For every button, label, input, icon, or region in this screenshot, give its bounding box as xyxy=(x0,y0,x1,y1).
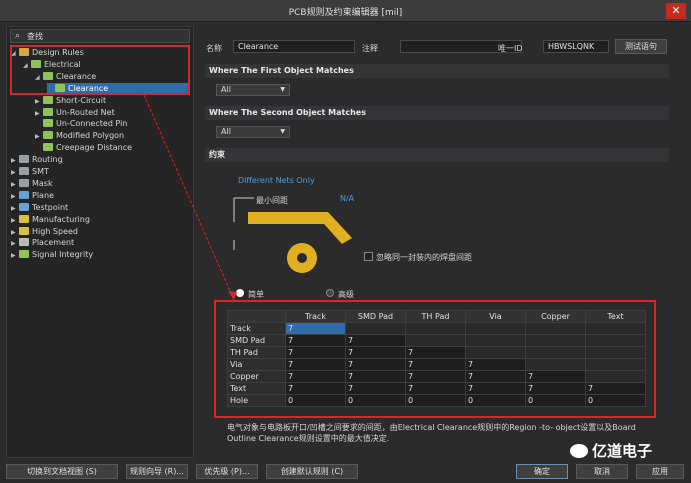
watermark-text: 亿道电子 xyxy=(592,442,653,460)
watermark: 亿道电子 xyxy=(570,440,652,461)
rule-wizard-button[interactable]: 规则向导 (R)... xyxy=(126,464,188,479)
apply-button[interactable]: 应用 xyxy=(636,464,684,479)
cancel-button[interactable]: 取消 xyxy=(576,464,628,479)
priorities-button[interactable]: 优先级 (P)... xyxy=(196,464,258,479)
highlight-arrow xyxy=(143,94,237,301)
create-default-rules-button[interactable]: 创建默认规则 (C) xyxy=(266,464,358,479)
switch-document-view-button[interactable]: 切换到文档视图 (S) xyxy=(6,464,118,479)
wechat-icon xyxy=(570,444,588,458)
ok-button[interactable]: 确定 xyxy=(516,464,568,479)
